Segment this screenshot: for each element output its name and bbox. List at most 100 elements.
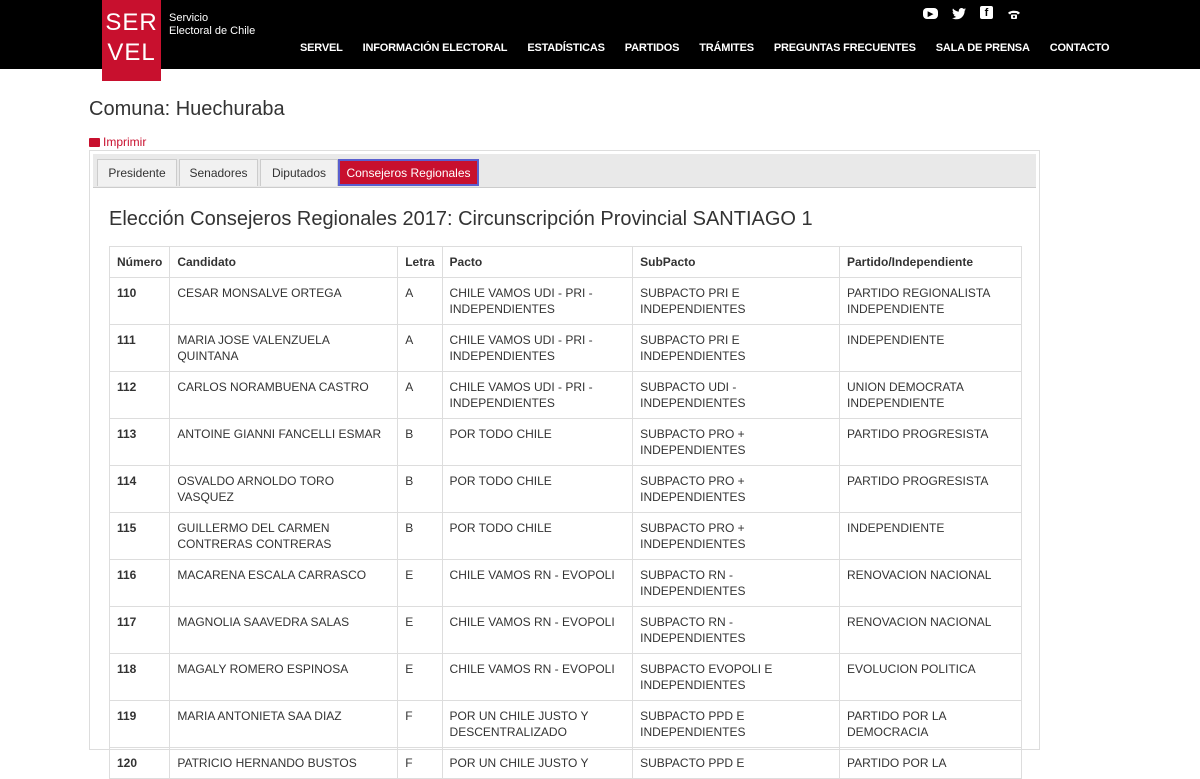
logo-subtitle-line2: Electoral de Chile bbox=[169, 25, 256, 37]
cell-partido: PARTIDO PROGRESISTA bbox=[838, 465, 1023, 513]
logo-subtitle-line1: Servicio bbox=[169, 12, 209, 24]
cell-pacto: CHILE VAMOS RN - EVOPOLI bbox=[441, 653, 634, 701]
cell-partido: INDEPENDIENTE bbox=[838, 512, 1023, 560]
cell-partido: INDEPENDIENTE bbox=[838, 324, 1023, 372]
main-nav: SERVEL INFORMACIÓN ELECTORAL ESTADÍSTICA… bbox=[290, 42, 1119, 54]
cell-subpacto: SUBPACTO RN - INDEPENDIENTES bbox=[632, 559, 840, 607]
twitter-icon[interactable] bbox=[951, 6, 967, 22]
cell-partido: RENOVACION NACIONAL bbox=[838, 559, 1023, 607]
cell-subpacto: SUBPACTO UDI - INDEPENDIENTES bbox=[632, 371, 840, 419]
cell-subpacto: SUBPACTO RN - INDEPENDIENTES bbox=[632, 606, 840, 654]
nav-sala-de-prensa[interactable]: SALA DE PRENSA bbox=[926, 42, 1040, 54]
cell-candidato: GUILLERMO DEL CARMEN CONTRERAS CONTRERAS bbox=[169, 512, 399, 560]
cell-subpacto: SUBPACTO EVOPOLI E INDEPENDIENTES bbox=[632, 653, 840, 701]
cell-letra: F bbox=[397, 747, 443, 779]
tab-consejeros-regionales[interactable]: Consejeros Regionales bbox=[338, 159, 479, 186]
cell-letra: B bbox=[397, 512, 443, 560]
cell-partido: RENOVACION NACIONAL bbox=[838, 606, 1023, 654]
cell-partido: PARTIDO PROGRESISTA bbox=[838, 418, 1023, 466]
cell-numero: 115 bbox=[108, 512, 171, 560]
table-header-row: Número Candidato Letra Pacto SubPacto Pa… bbox=[108, 246, 1023, 278]
cell-pacto: CHILE VAMOS RN - EVOPOLI bbox=[441, 606, 634, 654]
cell-candidato: OSVALDO ARNOLDO TORO VASQUEZ bbox=[169, 465, 399, 513]
cell-partido: PARTIDO POR LA bbox=[838, 747, 1023, 779]
tab-diputados[interactable]: Diputados bbox=[260, 159, 338, 186]
print-label: Imprimir bbox=[103, 135, 147, 149]
table-row: 119 MARIA ANTONIETA SAA DIAZ F POR UN CHILE… bbox=[108, 700, 1023, 748]
table-row: 116 MACARENA ESCALA CARRASCO E CHILE VAMOS … bbox=[108, 559, 1023, 607]
cell-letra: E bbox=[397, 559, 443, 607]
nav-informacion-electoral[interactable]: INFORMACIÓN ELECTORAL bbox=[353, 42, 518, 54]
cell-pacto: CHILE VAMOS UDI - PRI - INDEPENDIENTES bbox=[441, 277, 634, 325]
nav-partidos[interactable]: PARTIDOS bbox=[615, 42, 689, 54]
cell-numero: 111 bbox=[108, 324, 171, 372]
cell-numero: 112 bbox=[108, 371, 171, 419]
cell-numero: 116 bbox=[108, 559, 171, 607]
cell-partido: UNION DEMOCRATA INDEPENDIENTE bbox=[838, 371, 1023, 419]
nav-tramites[interactable]: TRÁMITES bbox=[689, 42, 764, 54]
cell-subpacto: SUBPACTO PRI E INDEPENDIENTES bbox=[632, 324, 840, 372]
cell-candidato: PATRICIO HERNANDO BUSTOS bbox=[169, 747, 399, 779]
cell-letra: A bbox=[397, 324, 443, 372]
youtube-icon[interactable]: ▶ bbox=[923, 8, 938, 19]
cell-partido: PARTIDO POR LA DEMOCRACIA bbox=[838, 700, 1023, 748]
cell-letra: B bbox=[397, 418, 443, 466]
cell-numero: 119 bbox=[108, 700, 171, 748]
col-pacto: Pacto bbox=[441, 246, 634, 278]
cell-pacto: POR TODO CHILE bbox=[441, 418, 634, 466]
cell-candidato: MARIA JOSE VALENZUELA QUINTANA bbox=[169, 324, 399, 372]
cell-letra: E bbox=[397, 606, 443, 654]
table-row: 115 GUILLERMO DEL CARMEN CONTRERAS CONTRE… bbox=[108, 512, 1023, 560]
tab-presidente[interactable]: Presidente bbox=[97, 159, 177, 186]
cell-letra: A bbox=[397, 371, 443, 419]
servel-logo[interactable]: SER VEL bbox=[102, 0, 161, 81]
table-row: 114 OSVALDO ARNOLDO TORO VASQUEZ B POR TODO… bbox=[108, 465, 1023, 513]
cell-numero: 110 bbox=[108, 277, 171, 325]
cell-numero: 117 bbox=[108, 606, 171, 654]
social-links: ▶ f bbox=[923, 6, 1022, 22]
cell-candidato: MAGNOLIA SAAVEDRA SALAS bbox=[169, 606, 399, 654]
table-row: 113 ANTOINE GIANNI FANCELLI ESMAR B POR TOD… bbox=[108, 418, 1023, 466]
cell-numero: 113 bbox=[108, 418, 171, 466]
cell-pacto: POR TODO CHILE bbox=[441, 512, 634, 560]
cell-candidato: CARLOS NORAMBUENA CASTRO bbox=[169, 371, 399, 419]
page-title: Comuna: Huechuraba bbox=[89, 98, 285, 120]
col-letra: Letra bbox=[397, 246, 443, 278]
results-panel: Presidente Senadores Diputados Consejero… bbox=[89, 150, 1040, 779]
cell-letra: F bbox=[397, 700, 443, 748]
table-row: 120 PATRICIO HERNANDO BUSTOS F POR UN CHILE… bbox=[108, 747, 1023, 779]
cell-candidato: MACARENA ESCALA CARRASCO bbox=[169, 559, 399, 607]
table-row: 117 MAGNOLIA SAAVEDRA SALAS E CHILE VAMOS R… bbox=[108, 606, 1023, 654]
cell-candidato: ANTOINE GIANNI FANCELLI ESMAR bbox=[169, 418, 399, 466]
cell-pacto: POR UN CHILE JUSTO Y bbox=[441, 747, 634, 779]
cell-pacto: CHILE VAMOS RN - EVOPOLI bbox=[441, 559, 634, 607]
cell-pacto: POR TODO CHILE bbox=[441, 465, 634, 513]
nav-contacto[interactable]: CONTACTO bbox=[1040, 42, 1120, 54]
logo-text-bottom: VEL bbox=[107, 39, 156, 66]
table-row: 111 MARIA JOSE VALENZUELA QUINTANA A CHILE … bbox=[108, 324, 1023, 372]
cell-numero: 118 bbox=[108, 653, 171, 701]
nav-estadisticas[interactable]: ESTADÍSTICAS bbox=[517, 42, 614, 54]
table-row: 112 CARLOS NORAMBUENA CASTRO A CHILE VAMOS … bbox=[108, 371, 1023, 419]
tab-senadores[interactable]: Senadores bbox=[179, 159, 258, 186]
section-title: Elección Consejeros Regionales 2017: Cir… bbox=[109, 208, 813, 230]
tab-bar: Presidente Senadores Diputados Consejero… bbox=[93, 154, 1036, 188]
print-link[interactable]: Imprimir bbox=[89, 135, 146, 149]
nav-preguntas-frecuentes[interactable]: PREGUNTAS FRECUENTES bbox=[764, 42, 926, 54]
cell-candidato: CESAR MONSALVE ORTEGA bbox=[169, 277, 399, 325]
col-candidato: Candidato bbox=[169, 246, 399, 278]
cell-subpacto: SUBPACTO PRI E INDEPENDIENTES bbox=[632, 277, 840, 325]
cell-partido: PARTIDO REGIONALISTA INDEPENDIENTE bbox=[838, 277, 1023, 325]
cell-subpacto: SUBPACTO PPD E INDEPENDIENTES bbox=[632, 700, 840, 748]
cell-letra: E bbox=[397, 653, 443, 701]
cell-pacto: CHILE VAMOS UDI - PRI - INDEPENDIENTES bbox=[441, 371, 634, 419]
cell-candidato: MAGALY ROMERO ESPINOSA bbox=[169, 653, 399, 701]
facebook-icon[interactable]: f bbox=[980, 6, 993, 19]
cell-numero: 114 bbox=[108, 465, 171, 513]
table-body: 110 CESAR MONSALVE ORTEGA A CHILE VAMOS UDI… bbox=[108, 277, 1023, 779]
cell-candidato: MARIA ANTONIETA SAA DIAZ bbox=[169, 700, 399, 748]
nav-servel[interactable]: SERVEL bbox=[290, 42, 353, 54]
phone-icon[interactable] bbox=[1006, 6, 1022, 22]
cell-numero: 120 bbox=[108, 747, 171, 779]
cell-subpacto: SUBPACTO PRO + INDEPENDIENTES bbox=[632, 512, 840, 560]
